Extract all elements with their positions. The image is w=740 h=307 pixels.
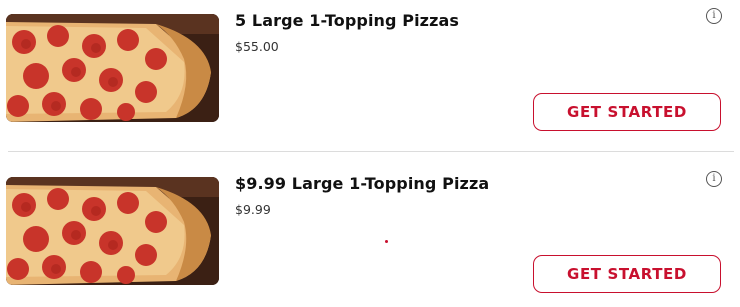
get-started-button[interactable]: GET STARTED	[533, 255, 721, 293]
deal-price: $55.00	[235, 39, 279, 54]
info-icon[interactable]: i	[706, 8, 722, 24]
pizza-image	[6, 177, 219, 285]
deal-card: 5 Large 1-Topping Pizzas $55.00 i GET ST…	[0, 0, 740, 150]
deal-title: $9.99 Large 1-Topping Pizza	[235, 174, 490, 193]
divider	[8, 151, 734, 152]
dot	[385, 240, 388, 243]
deal-price: $9.99	[235, 202, 271, 217]
deals-list: 5 Large 1-Topping Pizzas $55.00 i GET ST…	[0, 0, 740, 307]
info-icon[interactable]: i	[706, 171, 722, 187]
get-started-button[interactable]: GET STARTED	[533, 93, 721, 131]
deal-title: 5 Large 1-Topping Pizzas	[235, 11, 460, 30]
deal-card: $9.99 Large 1-Topping Pizza $9.99 i GET …	[0, 163, 740, 307]
pizza-image	[6, 14, 219, 122]
